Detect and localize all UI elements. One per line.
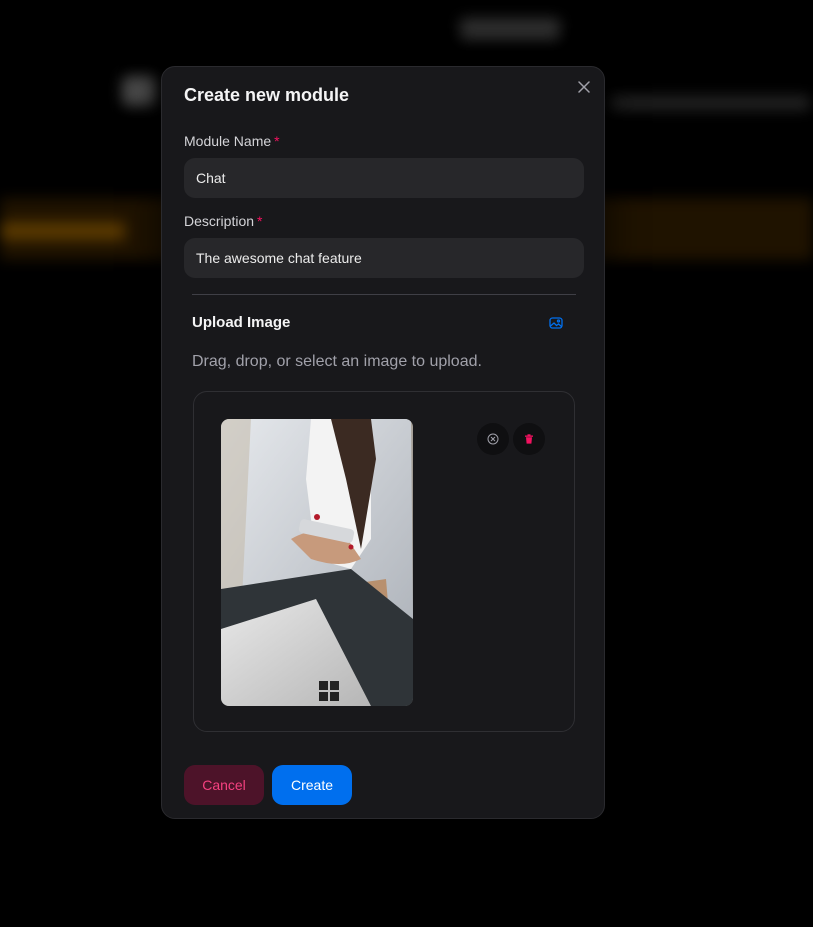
section-divider (192, 294, 576, 295)
upload-image-title: Upload Image (192, 314, 291, 331)
background-avatar (122, 76, 156, 106)
delete-image-button[interactable] (513, 423, 545, 455)
background-banner-chip (0, 222, 125, 240)
dialog-title: Create new module (184, 85, 350, 105)
close-icon (578, 81, 590, 93)
trash-icon (525, 434, 533, 444)
background-title (460, 18, 560, 40)
image-dropzone[interactable] (193, 391, 575, 732)
image-upload-icon[interactable] (548, 315, 564, 331)
module-name-input[interactable] (184, 158, 584, 198)
cancel-button[interactable]: Cancel (184, 765, 264, 805)
required-marker: * (274, 133, 280, 149)
description-label-text: Description (184, 213, 255, 229)
circle-x-icon (487, 433, 499, 445)
create-module-dialog: Create new module Module Name* Descripti… (161, 66, 605, 819)
description-input[interactable] (184, 238, 584, 278)
upload-hint: Drag, drop, or select an image to upload… (192, 353, 482, 370)
description-label: Description * (184, 213, 262, 229)
module-name-label-text: Module Name (184, 133, 272, 149)
cancel-upload-button[interactable] (477, 423, 509, 455)
background-text (610, 96, 810, 110)
module-name-label: Module Name * (184, 133, 280, 149)
uploaded-image-preview (221, 419, 413, 706)
create-button[interactable]: Create (272, 765, 352, 805)
required-marker: * (257, 213, 263, 229)
close-button[interactable] (574, 77, 594, 97)
